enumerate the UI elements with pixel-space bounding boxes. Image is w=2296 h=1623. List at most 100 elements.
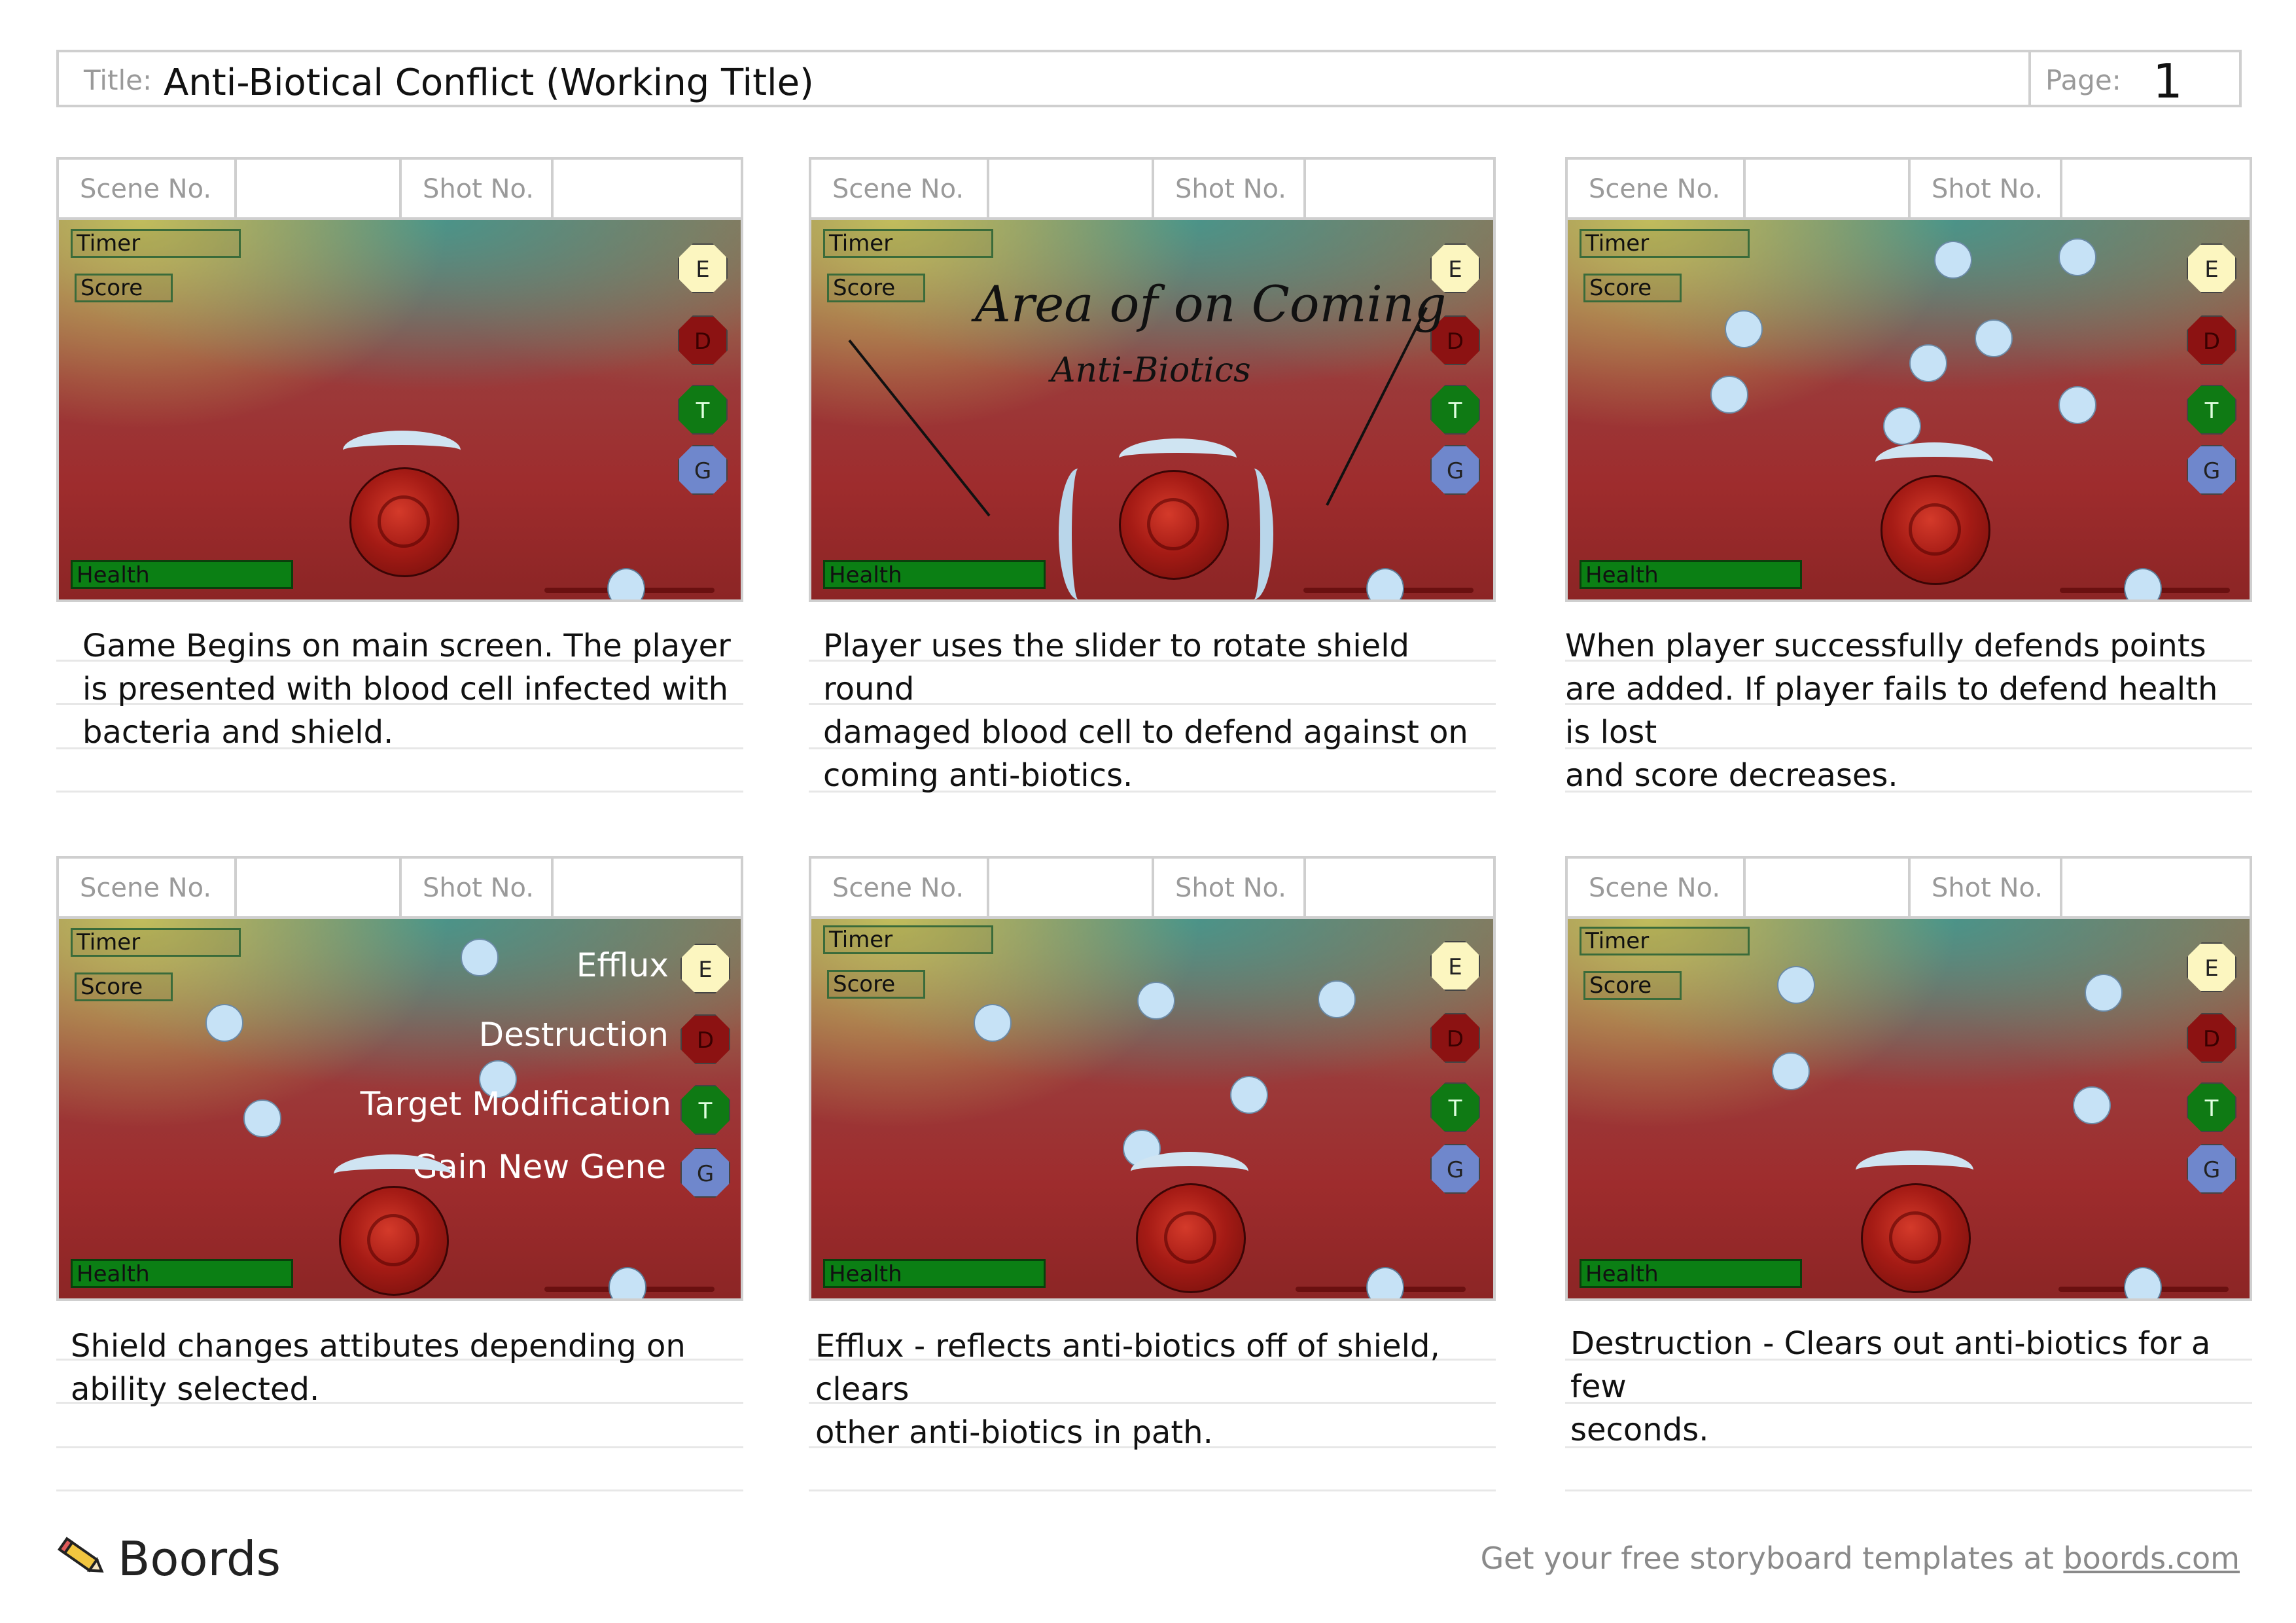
caption-line-3: coming anti-biotics. — [823, 757, 1133, 794]
pencil-icon — [57, 1537, 104, 1573]
timer-label: Timer — [1580, 927, 1750, 955]
score-label: Score — [75, 972, 173, 1001]
panel-frame: Timer Score Efflux Destruction Target Mo… — [56, 916, 743, 1301]
score-label: Score — [1583, 971, 1682, 1000]
boords-link[interactable]: boords.com — [2063, 1541, 2240, 1576]
antibiotic — [1934, 241, 1972, 279]
shield-left — [1059, 469, 1098, 599]
slider-handle[interactable] — [2124, 568, 2162, 599]
panel-frame: Timer Score E D T G Health — [1565, 916, 2252, 1301]
caption-line-3: bacteria and shield. — [82, 714, 394, 751]
storyboard-panel-5: Scene No. Shot No. Timer Score E D T G H… — [809, 856, 1496, 1497]
blood-cell — [1861, 1183, 1971, 1293]
health-bar: Health — [71, 1259, 293, 1288]
caption-text: Efflux - reflects anti-biotics off of sh… — [815, 1325, 1496, 1454]
target-modification-button[interactable]: T — [1430, 1082, 1480, 1132]
scene-number-label: Scene No. — [832, 873, 964, 903]
scene-number-label: Scene No. — [80, 174, 212, 204]
gain-new-gene-button[interactable]: G — [2187, 1144, 2236, 1194]
sketch-annotation: Area of on Coming — [975, 275, 1447, 333]
divider — [1908, 859, 1911, 916]
antibiotic — [974, 1004, 1012, 1042]
efflux-button[interactable]: E — [678, 243, 728, 293]
slider-handle[interactable] — [1366, 1267, 1404, 1298]
antibiotic — [1137, 982, 1175, 1020]
timer-label: Timer — [71, 928, 241, 957]
timer-label: Timer — [823, 925, 993, 954]
efflux-button[interactable]: E — [680, 944, 730, 993]
efflux-button[interactable]: E — [1430, 941, 1480, 991]
antibiotic — [243, 1099, 281, 1137]
slider-handle[interactable] — [609, 1267, 646, 1298]
antibiotic — [1230, 1076, 1268, 1114]
divider — [399, 160, 402, 217]
antibiotic — [1318, 980, 1356, 1018]
caption-line-3: and score decreases. — [1565, 757, 1898, 794]
health-bar: Health — [1580, 1259, 1802, 1288]
shot-header: Scene No. Shot No. — [809, 856, 1496, 919]
gain-new-gene-button[interactable]: G — [680, 1148, 730, 1198]
storyboard-panel-3: Scene No. Shot No. Timer Score E D T G H… — [1565, 157, 2252, 798]
shot-header: Scene No. Shot No. — [1565, 157, 2252, 220]
divider — [987, 160, 989, 217]
antibiotic — [1710, 376, 1748, 414]
divider — [1908, 160, 1911, 217]
destruction-button[interactable]: D — [2187, 315, 2236, 365]
gain-new-gene-button[interactable]: G — [1430, 1144, 1480, 1194]
antibiotic — [2085, 974, 2123, 1012]
panel-frame: Timer Score E D T G Area of on Coming An… — [809, 217, 1496, 602]
panel-frame: Timer Score E D T G Health — [809, 916, 1496, 1301]
target-modification-button[interactable]: T — [2187, 1082, 2236, 1132]
caption-line — [1565, 1489, 2252, 1491]
caption-line — [56, 1446, 743, 1448]
scene-number-label: Scene No. — [1589, 174, 1721, 204]
antibiotic — [1975, 319, 2013, 357]
page-number[interactable]: 1 — [2153, 54, 2183, 109]
target-modification-button[interactable]: T — [680, 1085, 730, 1135]
divider — [1152, 859, 1154, 916]
blood-cell — [1881, 475, 1990, 585]
efflux-button[interactable]: E — [2187, 942, 2236, 992]
slider-handle[interactable] — [2124, 1267, 2162, 1298]
health-bar: Health — [1580, 560, 1802, 589]
target-modification-button[interactable]: T — [2187, 385, 2236, 435]
health-bar: Health — [823, 560, 1046, 589]
destruction-button[interactable]: D — [678, 315, 728, 365]
antibiotic — [2058, 386, 2096, 424]
caption-line-1: Game Begins on main screen. The player — [82, 628, 731, 664]
caption-line — [56, 1489, 743, 1491]
antibiotic — [1725, 310, 1763, 348]
efflux-label: Efflux — [576, 946, 669, 984]
caption-line-2: seconds. — [1570, 1412, 1709, 1448]
shot-number-label: Shot No. — [1175, 873, 1287, 903]
divider — [2060, 160, 2062, 217]
divider — [1303, 859, 1306, 916]
destruction-button[interactable]: D — [680, 1014, 730, 1064]
destruction-button[interactable]: D — [2187, 1013, 2236, 1063]
destruction-button[interactable]: D — [1430, 1013, 1480, 1063]
slider-handle[interactable] — [607, 568, 645, 599]
promo-text: Get your free storyboard templates at bo… — [1481, 1541, 2240, 1576]
shot-number-label: Shot No. — [1932, 174, 2043, 204]
caption-text: Player uses the slider to rotate shield … — [823, 624, 1496, 797]
gain-new-gene-button[interactable]: G — [678, 445, 728, 495]
scene-number-label: Scene No. — [80, 873, 212, 903]
shot-number-label: Shot No. — [1175, 174, 1287, 204]
timer-label: Timer — [71, 229, 241, 258]
storyboard-title[interactable]: Anti-Biotical Conflict (Working Title) — [164, 62, 814, 104]
caption-line-2: damaged blood cell to defend against on — [823, 714, 1468, 751]
gain-new-gene-button[interactable]: G — [2187, 445, 2236, 495]
divider — [2060, 859, 2062, 916]
divider — [551, 859, 554, 916]
destruction-label: Destruction — [478, 1016, 669, 1054]
caption-line-1: When player successfully defends points — [1565, 628, 2206, 664]
antibiotic — [461, 938, 499, 976]
shot-header: Scene No. Shot No. — [56, 157, 743, 220]
antibiotic — [2073, 1086, 2111, 1124]
antibiotic — [1909, 344, 1947, 382]
shot-number-label: Shot No. — [423, 174, 535, 204]
efflux-button[interactable]: E — [2187, 243, 2236, 293]
caption-line-2: is presented with blood cell infected wi… — [82, 671, 729, 707]
antibiotic — [205, 1004, 243, 1042]
target-modification-button[interactable]: T — [678, 385, 728, 435]
